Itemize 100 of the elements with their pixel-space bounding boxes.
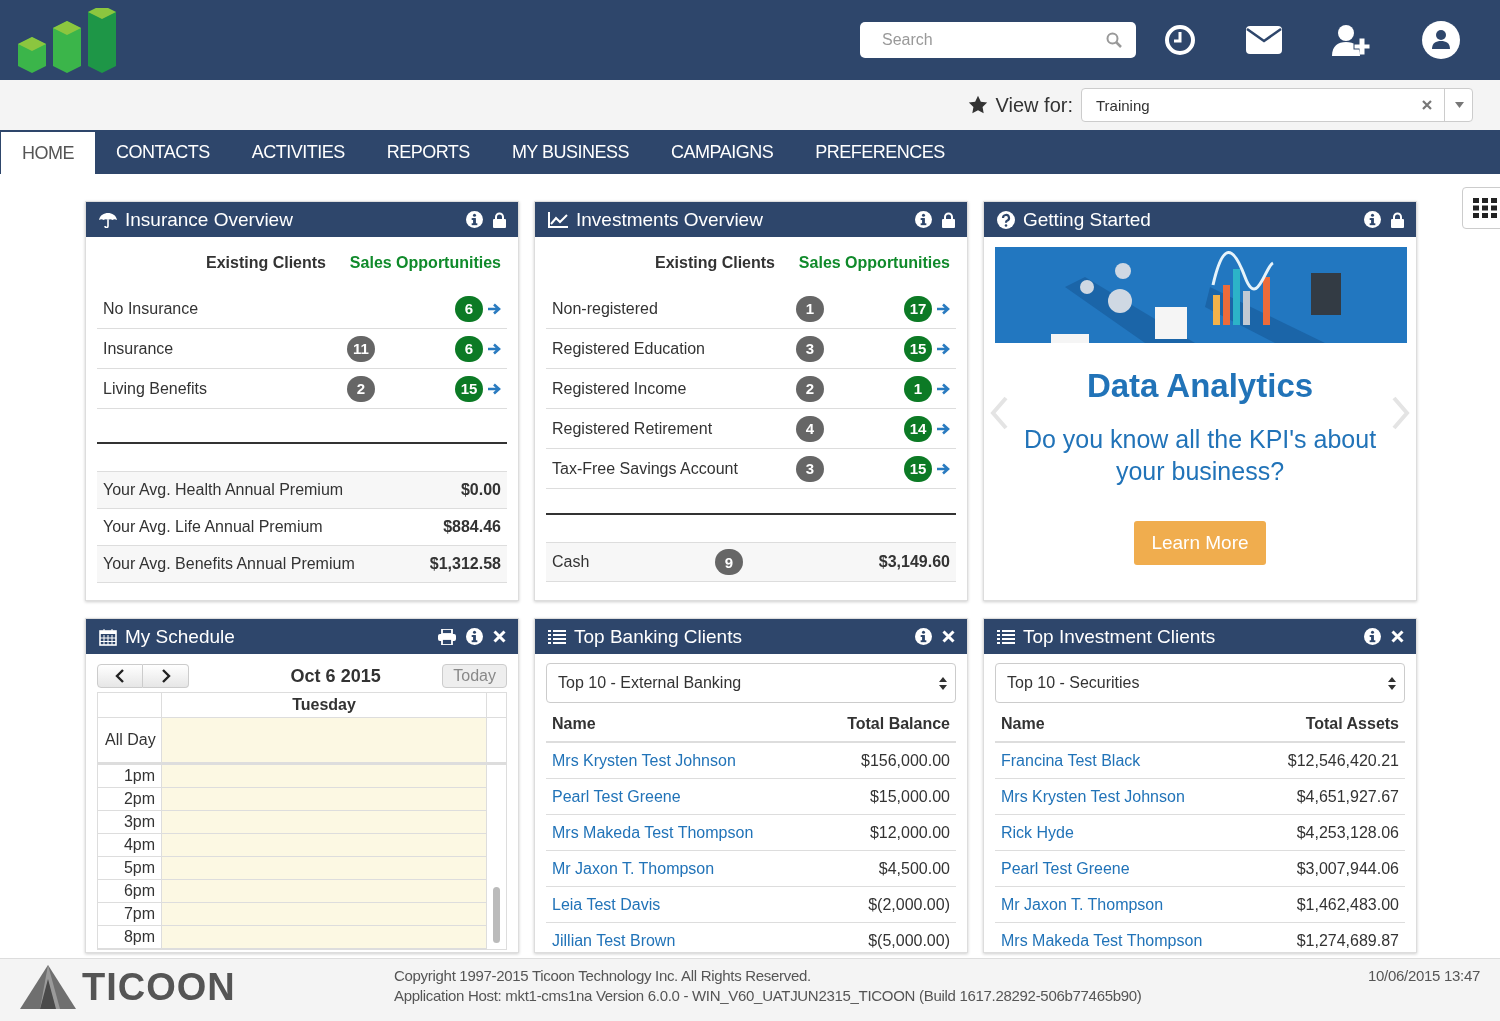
nav-tab[interactable]: CAMPAIGNS: [650, 130, 795, 174]
nav-tab[interactable]: CONTACTS: [95, 130, 231, 174]
client-link[interactable]: Francina Test Black: [1001, 751, 1141, 770]
schedule-date: Oct 6 2015: [290, 665, 381, 687]
premium-value: $1,312.58: [429, 555, 501, 573]
arrow-right-icon[interactable]: [937, 422, 950, 435]
amount-cell: $(2,000.00): [868, 895, 950, 914]
day-header: Tuesday: [162, 693, 487, 717]
cash-label: Cash: [552, 553, 591, 571]
add-user-icon[interactable]: [1332, 24, 1372, 56]
mail-icon[interactable]: [1246, 26, 1282, 54]
arrow-right-icon[interactable]: [937, 342, 950, 355]
scrollbar-thumb[interactable]: [493, 887, 500, 943]
nav-tab[interactable]: HOME: [1, 130, 95, 174]
client-link[interactable]: Rick Hyde: [1001, 823, 1074, 842]
count-badge: 1: [796, 295, 824, 322]
column-header: Name: [552, 715, 596, 733]
triangle-logo-icon: [20, 965, 76, 1009]
slide-heading: Data Analytics: [1085, 367, 1315, 405]
premium-label: Your Avg. Life Annual Premium: [103, 518, 323, 536]
category-label: Tax-Free Savings Account: [552, 459, 739, 478]
clock-icon[interactable]: [1164, 24, 1196, 56]
arrow-right-icon[interactable]: [488, 342, 501, 355]
user-account-icon[interactable]: [1422, 21, 1460, 59]
lock-icon[interactable]: [1391, 211, 1404, 228]
view-for-select[interactable]: Training: [1081, 88, 1473, 122]
client-link[interactable]: Mr Jaxon T. Thompson: [1001, 895, 1164, 914]
copyright-text: Copyright 1997-2015 Ticoon Technology Inc. All Rights Reserved.: [394, 967, 812, 984]
host-info-text: Application Host: mkt1-cms1na Version 6.0.0 - WIN_V60_UATJUN2315_TICOON (Build 1617.28292-506b77465b90): [394, 987, 1143, 1004]
close-icon[interactable]: [942, 630, 955, 643]
amount-cell: $(5,000.00): [868, 931, 950, 950]
client-link[interactable]: Mr Jaxon T. Thompson: [552, 859, 715, 878]
nav-tab[interactable]: PREFERENCES: [794, 130, 966, 174]
lock-icon[interactable]: [493, 211, 506, 228]
amount-cell: $4,500.00: [878, 859, 950, 878]
count-badge: 9: [714, 549, 743, 575]
clear-icon[interactable]: [1422, 100, 1432, 110]
umbrella-icon: [99, 211, 117, 228]
info-icon[interactable]: [466, 211, 483, 228]
nav-tab[interactable]: REPORTS: [365, 130, 491, 174]
slide-text: Do you know all the KPI's about your business?: [1022, 424, 1378, 487]
panel-title: Top Investment Clients: [1023, 625, 1217, 648]
count-badge: 15: [455, 375, 483, 402]
count-badge: 17: [904, 295, 932, 322]
info-icon[interactable]: [1364, 628, 1381, 645]
view-for-label: View for:: [995, 93, 1073, 117]
info-icon[interactable]: [915, 628, 932, 645]
panel-title: My Schedule: [125, 625, 236, 648]
apps-grid-button[interactable]: [1462, 187, 1500, 229]
client-link[interactable]: Mrs Krysten Test Johnson: [552, 751, 736, 770]
client-link[interactable]: Mrs Makeda Test Thompson: [552, 823, 754, 842]
count-badge: 6: [455, 295, 483, 322]
info-icon[interactable]: [915, 211, 932, 228]
arrow-right-icon[interactable]: [937, 302, 950, 315]
client-link[interactable]: Jillian Test Brown: [552, 931, 676, 950]
search-field[interactable]: Search: [860, 22, 1136, 58]
info-icon[interactable]: [466, 628, 483, 645]
line-chart-icon: [548, 211, 568, 228]
close-icon[interactable]: [493, 630, 506, 643]
report-select[interactable]: Top 10 - External Banking: [546, 663, 956, 703]
help-icon: [997, 210, 1015, 229]
today-button[interactable]: Today: [442, 664, 507, 688]
count-badge: 4: [796, 415, 824, 442]
amount-cell: $15,000.00: [869, 787, 950, 806]
nav-tab[interactable]: MY BUSINESS: [490, 130, 651, 174]
column-header: Name: [1001, 715, 1045, 733]
count-badge: 6: [455, 335, 483, 362]
lock-icon[interactable]: [942, 211, 955, 228]
arrow-right-icon[interactable]: [937, 382, 950, 395]
cash-value: $3,149.60: [878, 553, 950, 571]
caret-icon[interactable]: [1455, 102, 1464, 108]
nav-tab[interactable]: ACTIVITIES: [230, 130, 366, 174]
arrow-right-icon[interactable]: [488, 302, 501, 315]
star-icon[interactable]: [967, 95, 988, 115]
amount-cell: $12,546,420.21: [1287, 751, 1399, 770]
count-badge: 11: [347, 335, 375, 362]
count-badge: 2: [347, 375, 375, 402]
close-icon[interactable]: [1391, 630, 1404, 643]
report-select[interactable]: Top 10 - Securities: [995, 663, 1405, 703]
chevron-left-icon: [115, 669, 125, 683]
arrow-right-icon[interactable]: [937, 462, 950, 475]
client-link[interactable]: Pearl Test Greene: [552, 787, 681, 806]
grid-icon: [1473, 198, 1497, 218]
previous-day-button[interactable]: [97, 664, 143, 688]
count-badge: 3: [796, 335, 824, 362]
client-link[interactable]: Leia Test Davis: [552, 895, 661, 914]
category-label: Non-registered: [552, 299, 659, 318]
column-header: Total Balance: [847, 715, 950, 733]
column-header: Existing Clients: [654, 254, 776, 272]
client-link[interactable]: Mrs Makeda Test Thompson: [1001, 931, 1203, 950]
premium-value: $884.46: [443, 518, 501, 536]
info-icon[interactable]: [1364, 211, 1381, 228]
next-day-button[interactable]: [143, 664, 189, 688]
arrow-right-icon[interactable]: [488, 382, 501, 395]
client-link[interactable]: Mrs Krysten Test Johnson: [1001, 787, 1185, 806]
client-link[interactable]: Pearl Test Greene: [1001, 859, 1130, 878]
print-icon[interactable]: [438, 628, 456, 645]
timestamp: 10/06/2015 13:47: [1368, 967, 1480, 984]
sort-caret-icon: [1388, 676, 1396, 690]
category-label: Insurance: [103, 339, 175, 358]
